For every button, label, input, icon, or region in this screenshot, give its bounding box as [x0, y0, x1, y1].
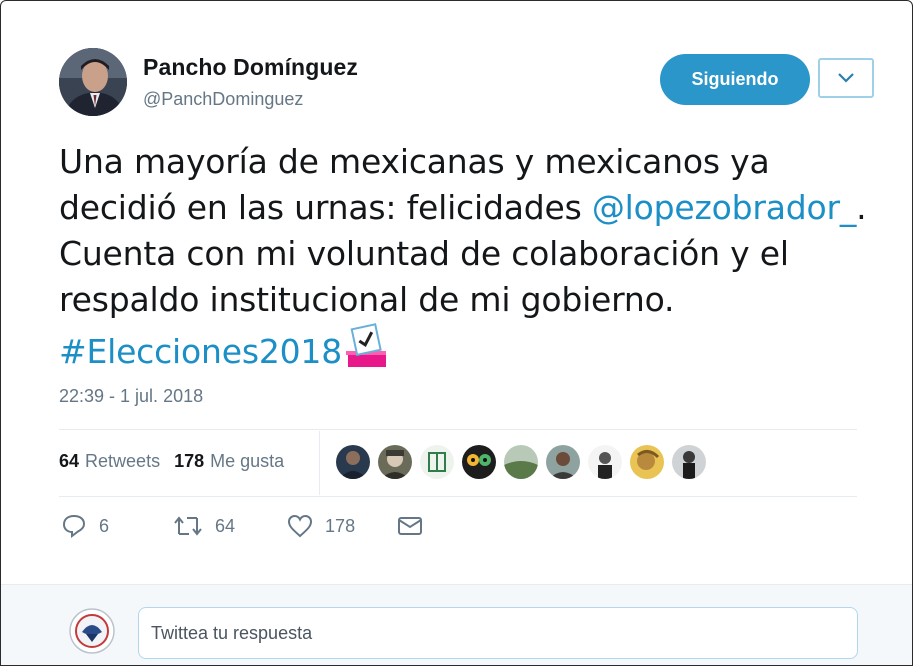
liker-avatar[interactable]	[504, 445, 538, 479]
retweet-action[interactable]: 64	[173, 514, 235, 538]
tweet-timestamp[interactable]: 22:39 - 1 jul. 2018	[59, 386, 203, 407]
envelope-icon	[398, 517, 423, 535]
like-count: 178	[325, 515, 356, 536]
liker-avatar[interactable]	[336, 445, 370, 479]
likes-stat[interactable]: 178 Me gusta	[174, 451, 284, 472]
tweet-actions: 6 64 178	[61, 513, 461, 539]
tweet-text: Una mayoría de mexicanas y mexicanos ya …	[59, 139, 879, 381]
retweets-label: Retweets	[85, 451, 161, 471]
reply-icon	[62, 514, 86, 538]
hashtag-link[interactable]: #Elecciones2018	[59, 332, 342, 371]
author-avatar[interactable]	[59, 48, 127, 116]
like-action[interactable]: 178	[287, 514, 355, 538]
liker-avatar[interactable]	[378, 445, 412, 479]
likes-label: Me gusta	[210, 451, 285, 471]
likers-avatars	[336, 445, 706, 479]
tweet-stats: 64 Retweets 178 Me gusta	[59, 451, 284, 472]
reply-action[interactable]: 6	[61, 513, 109, 539]
author-handle[interactable]: @PanchDominguez	[143, 89, 303, 110]
reply-input[interactable]	[138, 607, 858, 659]
retweet-icon	[174, 516, 202, 536]
chevron-down-icon	[838, 73, 854, 83]
likes-count: 178	[174, 451, 205, 471]
divider	[319, 431, 320, 495]
heart-icon	[288, 514, 313, 538]
liker-avatar[interactable]	[672, 445, 706, 479]
liker-avatar[interactable]	[462, 445, 496, 479]
mention-link[interactable]: @lopezobrador_	[592, 188, 856, 227]
retweet-count: 64	[215, 515, 236, 536]
retweets-stat[interactable]: 64 Retweets	[59, 451, 160, 472]
retweets-count: 64	[59, 451, 80, 471]
author-name[interactable]: Pancho Domínguez	[143, 54, 358, 81]
tweet-card: Pancho Domínguez @PanchDominguez Siguien…	[0, 0, 913, 666]
divider	[59, 496, 857, 497]
liker-avatar[interactable]	[630, 445, 664, 479]
reply-count: 6	[99, 515, 110, 536]
ballot-box-icon	[344, 323, 388, 381]
liker-avatar[interactable]	[588, 445, 622, 479]
more-options-button[interactable]	[818, 58, 874, 98]
liker-avatar[interactable]	[546, 445, 580, 479]
liker-avatar[interactable]	[420, 445, 454, 479]
divider	[59, 429, 857, 430]
direct-message-action[interactable]	[397, 515, 423, 537]
user-avatar[interactable]	[69, 608, 115, 654]
following-button[interactable]: Siguiendo	[660, 54, 810, 105]
